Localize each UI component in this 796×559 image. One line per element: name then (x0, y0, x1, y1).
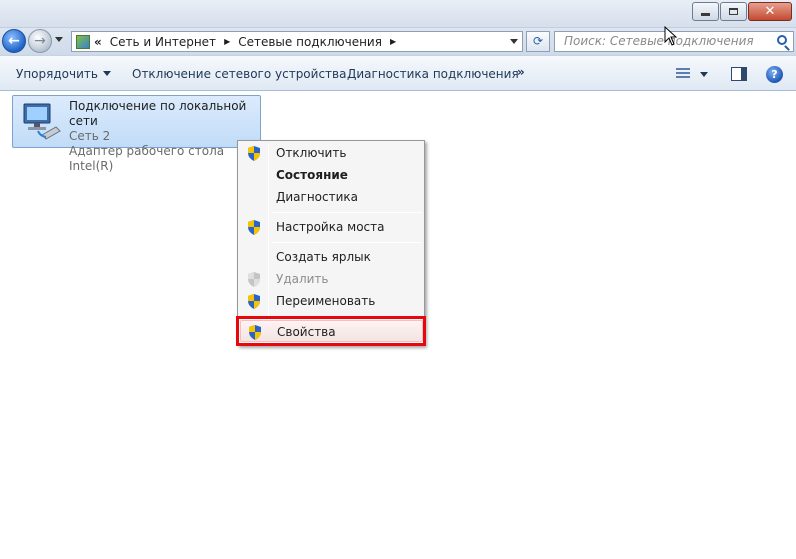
close-icon: ✕ (764, 4, 776, 19)
address-dropdown-icon[interactable] (510, 39, 518, 44)
view-dropdown-icon[interactable] (700, 72, 708, 77)
view-options-icon[interactable] (676, 68, 690, 80)
shield-icon (248, 294, 260, 309)
menu-item-label: Создать ярлык (276, 250, 371, 264)
connection-title: Подключение по локальной сети (69, 99, 247, 128)
organize-label: Упорядочить (16, 67, 98, 81)
connection-adapter: Адаптер рабочего стола Intel(R) (69, 144, 225, 173)
window-controls: ✕ (691, 2, 792, 21)
recent-pages-dropdown[interactable] (55, 37, 63, 42)
diagnose-button[interactable]: Диагностика подключения (347, 67, 519, 81)
menu-item-diagnostics[interactable]: Диагностика (240, 186, 423, 208)
menu-separator (271, 242, 422, 243)
menu-item-delete: Удалить (240, 268, 423, 290)
breadcrumb-network-connections[interactable]: Сетевые подключения (238, 35, 382, 49)
organize-button[interactable]: Упорядочить (16, 67, 111, 81)
shield-icon (248, 272, 260, 287)
refresh-icon: ⟳ (532, 34, 544, 48)
close-button[interactable]: ✕ (748, 2, 792, 21)
control-panel-icon (76, 34, 90, 49)
search-placeholder: Поиск: Сетевые подключения (564, 34, 754, 48)
chevron-down-icon (102, 71, 111, 76)
menu-item-label: Удалить (276, 272, 329, 286)
search-icon[interactable] (777, 35, 787, 45)
breadcrumb-overflow-icon[interactable]: « (94, 35, 102, 49)
menu-item-label: Настройка моста (276, 220, 385, 234)
back-arrow-icon: ← (8, 33, 20, 49)
shield-icon (248, 220, 260, 235)
command-bar: Упорядочить Отключение сетевого устройст… (0, 55, 796, 91)
address-bar[interactable]: « Сеть и Интернет ▶ Сетевые подключения … (71, 31, 523, 52)
menu-item-label: Отключить (276, 146, 347, 160)
forward-button[interactable]: → (28, 29, 52, 53)
refresh-button[interactable]: ⟳ (526, 31, 550, 52)
restore-icon (729, 8, 738, 15)
restore-button[interactable] (720, 2, 747, 21)
more-commands-button[interactable]: » (517, 65, 525, 79)
breadcrumb-arrow-icon[interactable]: ▶ (390, 37, 396, 46)
title-bar: ✕ (0, 0, 796, 28)
menu-separator (271, 212, 422, 213)
menu-item-label: Состояние (276, 168, 348, 182)
connection-item-local[interactable]: Подключение по локальной сети Сеть 2 Ада… (12, 95, 261, 173)
breadcrumb-arrow-icon[interactable]: ▶ (224, 37, 230, 46)
mouse-cursor-icon (664, 26, 678, 46)
disable-device-button[interactable]: Отключение сетевого устройства (132, 67, 346, 81)
shield-icon (248, 146, 260, 161)
menu-item-disable[interactable]: Отключить (240, 142, 423, 164)
menu-item-rename[interactable]: Переименовать (240, 290, 423, 312)
preview-pane-icon[interactable] (731, 67, 747, 81)
menu-item-label: Переименовать (276, 294, 376, 308)
menu-item-create-shortcut[interactable]: Создать ярлык (240, 246, 423, 268)
minimize-icon (701, 13, 710, 16)
breadcrumb-network-internet[interactable]: Сеть и Интернет (110, 35, 216, 49)
network-adapter-icon (23, 103, 61, 140)
minimize-button[interactable] (692, 2, 719, 21)
highlight-box (236, 316, 426, 346)
help-icon[interactable]: ? (766, 66, 783, 83)
menu-item-status[interactable]: Состояние (240, 164, 423, 186)
menu-item-bridge[interactable]: Настройка моста (240, 216, 423, 238)
connection-network: Сеть 2 (69, 129, 111, 143)
menu-item-label: Диагностика (276, 190, 359, 204)
back-button[interactable]: ← (2, 29, 26, 53)
forward-arrow-icon: → (34, 33, 46, 49)
